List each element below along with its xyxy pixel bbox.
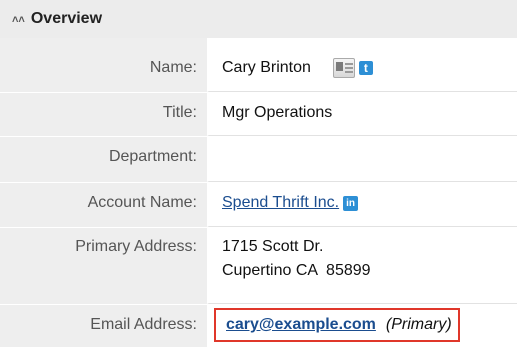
title-value: Mgr Operations [222,104,333,121]
primary-address-value: 1715 Scott Dr. Cupertino CA 85899 [222,235,371,283]
panel-header[interactable]: ˄˄ Overview [0,0,517,38]
account-name-link[interactable]: Spend Thrift Inc. [222,194,339,212]
field-row-account-name: Account Name: Spend Thrift Inc. in [0,183,517,228]
title-label: Title: [0,93,207,136]
collapse-icon[interactable]: ˄˄ [12,14,25,26]
account-name-label: Account Name: [0,183,207,227]
linkedin-icon[interactable]: in [343,196,359,211]
primary-email-tag: (Primary) [385,316,452,333]
email-address-label: Email Address: [0,305,207,347]
field-row-department: Department: [0,137,517,183]
email-address-value-cell: cary@example.com (Primary) [207,305,517,347]
account-name-value-cell: Spend Thrift Inc. in [207,183,517,227]
overview-panel: ˄˄ Overview Name: Cary Brinton t Title: … [0,0,517,348]
department-value-cell [207,137,517,182]
panel-title: Overview [30,10,103,27]
name-value-cell: Cary Brinton t [207,38,517,92]
email-link[interactable]: cary@example.com [226,316,376,334]
field-row-name: Name: Cary Brinton t [0,38,517,93]
title-value-cell: Mgr Operations [207,93,517,136]
vcard-icon[interactable] [332,58,355,78]
name-label: Name: [0,38,207,92]
email-highlight-box: cary@example.com (Primary) [214,308,460,342]
address-line-1: 1715 Scott Dr. [222,238,324,255]
address-line-2: Cupertino CA 85899 [222,262,371,279]
field-row-title: Title: Mgr Operations [0,93,517,137]
department-label: Department: [0,137,207,182]
name-value: Cary Brinton [222,59,311,76]
field-row-primary-address: Primary Address: 1715 Scott Dr. Cupertin… [0,228,517,305]
twitter-icon[interactable]: t [358,61,373,75]
primary-address-value-cell: 1715 Scott Dr. Cupertino CA 85899 [207,228,517,304]
primary-address-label: Primary Address: [0,228,207,304]
